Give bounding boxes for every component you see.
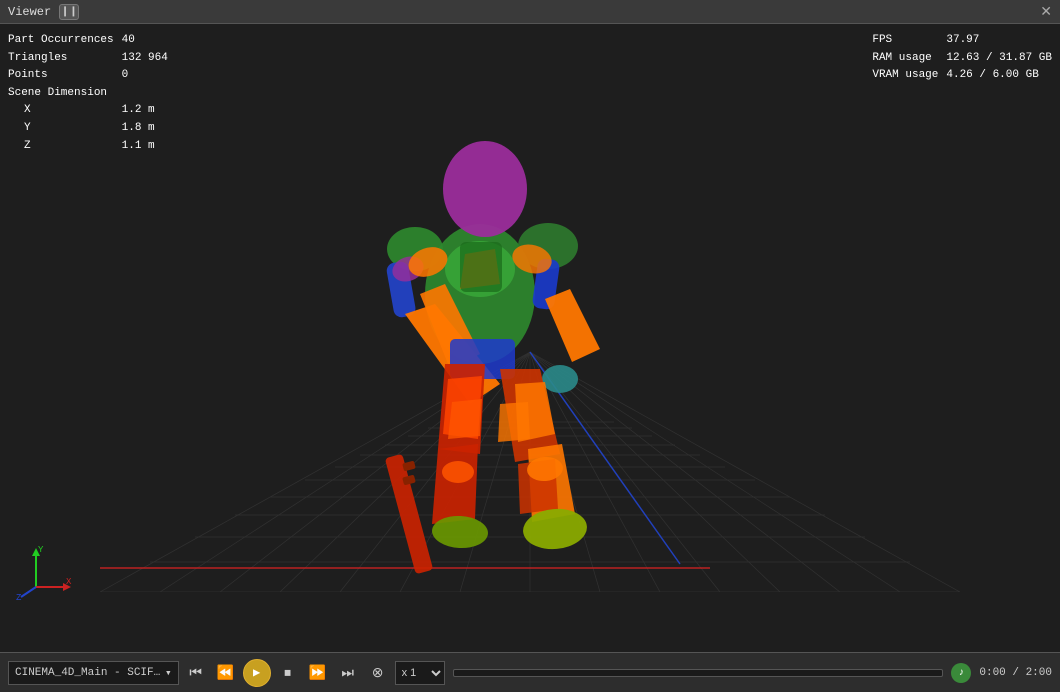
skip-to-end-button[interactable]: ⏭: [335, 660, 361, 686]
stat-label: Part Occurrences: [8, 32, 122, 50]
stop-button[interactable]: ⏹: [275, 660, 301, 686]
stat-row-y: Y 1.8 m: [8, 120, 176, 138]
animation-name-dropdown[interactable]: CINEMA_4D_Main - SCIFI - ASSAULT SOLI ▾: [8, 661, 179, 685]
character-model: [260, 74, 700, 634]
rewind-to-start-button[interactable]: ⏮: [183, 660, 209, 686]
speed-select[interactable]: x 1 x 0.5 x 2: [395, 661, 445, 685]
animation-name-label: CINEMA_4D_Main - SCIFI - ASSAULT SOLI: [15, 667, 165, 679]
volume-button[interactable]: ♪: [951, 663, 971, 683]
stat-row-scene-dimension: Scene Dimension: [8, 85, 176, 103]
title-label: Viewer: [8, 5, 51, 19]
viewport: Part Occurrences 40 Triangles 132 964 Po…: [0, 24, 1060, 652]
step-back-button[interactable]: ⏪: [213, 660, 239, 686]
stat-value: 1.1 m: [122, 138, 176, 156]
stat-value: 1.2 m: [122, 102, 176, 120]
stat-value: 12.63 / 31.87 GB: [946, 50, 1052, 68]
title-bar: Viewer ❙❙ ✕: [0, 0, 1060, 24]
stat-row-vram: VRAM usage 4.26 / 6.00 GB: [872, 67, 1052, 85]
svg-text:Y: Y: [38, 545, 44, 555]
stat-row-x: X 1.2 m: [8, 102, 176, 120]
step-forward-button[interactable]: ⏩: [305, 660, 331, 686]
stat-row-fps: FPS 37.97: [872, 32, 1052, 50]
settings-button[interactable]: ⊗: [365, 660, 391, 686]
stat-row-triangles: Triangles 132 964: [8, 50, 176, 68]
stat-value: 37.97: [946, 32, 1052, 50]
stat-value: 0: [122, 67, 176, 85]
stat-row-part-occurrences: Part Occurrences 40: [8, 32, 176, 50]
svg-text:Z: Z: [16, 593, 22, 602]
stat-label: Triangles: [8, 50, 122, 68]
stat-value: 1.8 m: [122, 120, 176, 138]
axes-indicator: Y X Z: [16, 542, 76, 602]
stat-value: 4.26 / 6.00 GB: [946, 67, 1052, 85]
play-button[interactable]: ▶: [243, 659, 271, 687]
stat-value: 132 964: [122, 50, 176, 68]
stat-row-z: Z 1.1 m: [8, 138, 176, 156]
svg-text:X: X: [66, 577, 72, 587]
stat-label: Points: [8, 67, 122, 85]
stat-value: 40: [122, 32, 176, 50]
stat-label: Y: [8, 120, 122, 138]
stat-row-ram: RAM usage 12.63 / 31.87 GB: [872, 50, 1052, 68]
stat-label: X: [8, 102, 122, 120]
time-display: 0:00 / 2:00: [979, 667, 1052, 679]
stat-label: VRAM usage: [872, 67, 946, 85]
dropdown-arrow-icon: ▾: [165, 666, 172, 680]
timeline-slider[interactable]: [453, 669, 944, 677]
toolbar: CINEMA_4D_Main - SCIFI - ASSAULT SOLI ▾ …: [0, 652, 1060, 692]
stat-label: RAM usage: [872, 50, 946, 68]
close-button[interactable]: ✕: [1040, 3, 1052, 20]
stat-label: Scene Dimension: [8, 85, 122, 103]
stat-label: Z: [8, 138, 122, 156]
stats-panel-right: FPS 37.97 RAM usage 12.63 / 31.87 GB VRA…: [872, 32, 1052, 85]
stat-row-points: Points 0: [8, 67, 176, 85]
stat-label: FPS: [872, 32, 946, 50]
stats-panel-left: Part Occurrences 40 Triangles 132 964 Po…: [8, 32, 176, 155]
pause-button[interactable]: ❙❙: [59, 4, 79, 20]
